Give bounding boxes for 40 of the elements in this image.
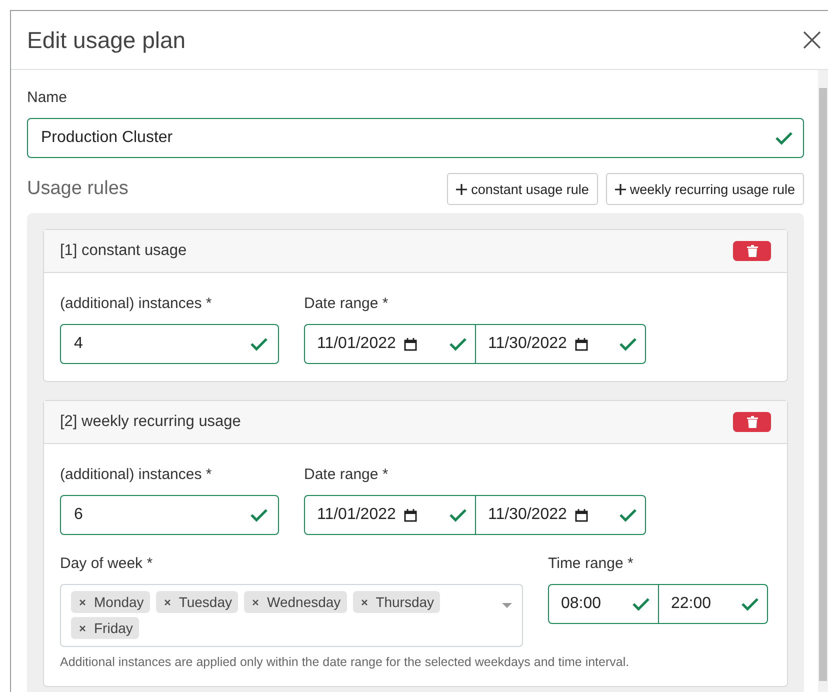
rule-title: [2] weekly recurring usage (60, 413, 241, 431)
delete-button[interactable] (733, 241, 771, 261)
scrollbar[interactable] (818, 70, 828, 692)
weekday-chip[interactable]: Tuesday (156, 591, 238, 613)
field-label: Date range * (304, 466, 390, 483)
add-rule-button[interactable]: constant usage rule (447, 173, 598, 205)
remove-icon[interactable] (164, 598, 171, 606)
weekday-chip[interactable]: Friday (71, 617, 139, 639)
add-rule-button[interactable]: weekly recurring usage rule (606, 173, 804, 205)
section-heading: Usage rules (27, 178, 128, 200)
field-label: Date range * (304, 295, 390, 312)
field-label: Name (27, 89, 68, 106)
rule-title: [1] constant usage (60, 242, 187, 260)
hint-text: Additional instances are applied only within the date range for the selected weekdays and time interval. (60, 655, 630, 669)
delete-button[interactable] (733, 412, 771, 432)
instances-field[interactable]: 6 (60, 495, 279, 535)
field-label: Day of week * (60, 555, 154, 572)
check-icon (775, 131, 793, 145)
remove-icon[interactable] (79, 624, 86, 632)
plus-icon (614, 184, 626, 194)
field-label: (additional) instances * (60, 295, 213, 312)
plus-icon (456, 184, 468, 194)
remove-icon[interactable] (79, 598, 86, 606)
caret-icon[interactable] (502, 603, 512, 609)
weekday-chip[interactable]: Wednesday (244, 591, 347, 613)
check-icon (250, 337, 268, 351)
name-field[interactable]: Production Cluster (27, 118, 804, 158)
close-icon[interactable] (803, 31, 821, 49)
remove-icon[interactable] (252, 598, 259, 606)
check-icon (250, 508, 268, 522)
field-label: (additional) instances * (60, 466, 213, 483)
weekday-chip[interactable]: Thursday (352, 591, 440, 613)
trash-icon (746, 245, 758, 257)
weekday-select[interactable]: Monday Tuesday Wednesday Thursday Friday (60, 584, 523, 647)
instances-field[interactable]: 4 (60, 324, 279, 364)
remove-icon[interactable] (360, 598, 368, 606)
field-label: Time range * (548, 555, 634, 572)
weekday-chip[interactable]: Monday (71, 591, 150, 613)
trash-icon (746, 416, 758, 428)
dialog-title: Edit usage plan (27, 26, 186, 54)
